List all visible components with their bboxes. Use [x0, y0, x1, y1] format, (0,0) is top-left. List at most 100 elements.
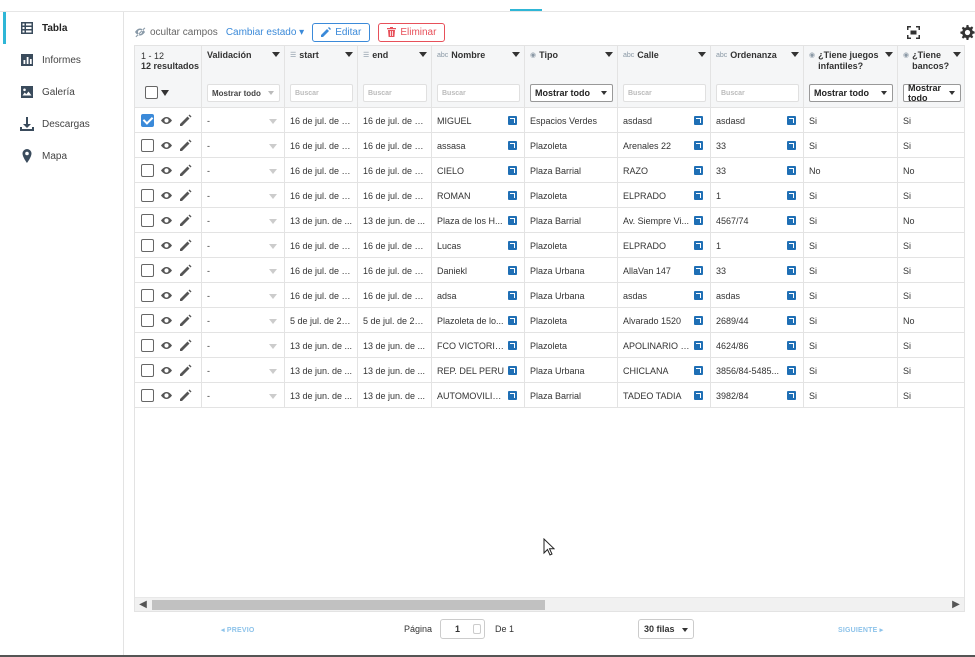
table-cell[interactable]: CHICLANA [618, 358, 711, 383]
table-cell[interactable]: 16 de jul. de 2... [358, 283, 432, 308]
table-cell[interactable]: APOLINARIO F... [618, 333, 711, 358]
table-row[interactable]: - 16 de jul. de 2... 16 de jul. de 2... ads… [135, 283, 964, 308]
open-link-icon[interactable] [508, 141, 517, 150]
scroll-right-icon[interactable]: ▶ [950, 600, 962, 610]
table-cell[interactable]: adsa [432, 283, 525, 308]
pencil-icon[interactable] [179, 189, 192, 202]
table-cell[interactable]: 16 de jul. de 2... [285, 258, 358, 283]
table-cell[interactable]: 16 de jul. de 2... [285, 108, 358, 133]
pencil-icon[interactable] [179, 314, 192, 327]
table-cell[interactable]: Plaza Barrial [525, 158, 618, 183]
table-cell[interactable]: No [804, 158, 898, 183]
table-cell[interactable]: - [202, 133, 285, 158]
table-cell[interactable]: Si [804, 383, 898, 408]
table-cell[interactable]: Plaza Urbana [525, 283, 618, 308]
table-cell[interactable]: CIELO [432, 158, 525, 183]
table-cell[interactable]: RAZO [618, 158, 711, 183]
table-row[interactable]: - 13 de jun. de ... 13 de jun. de ... FCO V… [135, 333, 964, 358]
table-cell[interactable]: ELPRADO [618, 183, 711, 208]
table-row[interactable]: - 16 de jul. de 2... 16 de jul. de 2... ass… [135, 133, 964, 158]
column-header[interactable]: ☰ start Buscar [285, 46, 358, 108]
table-cell[interactable]: 1 [711, 233, 804, 258]
row-checkbox[interactable] [141, 239, 154, 252]
table-cell[interactable]: Si [898, 383, 964, 408]
table-cell[interactable]: Plazoleta [525, 333, 618, 358]
column-menu-icon[interactable] [791, 52, 799, 57]
open-link-icon[interactable] [787, 391, 796, 400]
table-cell[interactable]: Espacios Verdes [525, 108, 618, 133]
table-cell[interactable]: No [898, 208, 964, 233]
table-cell[interactable]: 13 de jun. de ... [358, 358, 432, 383]
sidebar-item-galeria[interactable]: Galería [0, 76, 123, 108]
table-cell[interactable]: 16 de jul. de 2... [285, 233, 358, 258]
open-link-icon[interactable] [694, 241, 703, 250]
table-cell[interactable]: No [898, 158, 964, 183]
table-cell[interactable]: Si [898, 333, 964, 358]
sidebar-item-tabla[interactable]: Tabla [0, 12, 123, 44]
hide-fields-button[interactable]: ocultar campos [134, 26, 218, 38]
column-menu-icon[interactable] [272, 52, 280, 57]
table-cell[interactable]: 4624/86 [711, 333, 804, 358]
chevron-down-icon[interactable] [269, 144, 277, 149]
open-link-icon[interactable] [508, 316, 517, 325]
row-checkbox[interactable] [141, 189, 154, 202]
row-checkbox[interactable] [141, 264, 154, 277]
open-link-icon[interactable] [694, 391, 703, 400]
table-cell[interactable]: Si [898, 358, 964, 383]
chevron-down-icon[interactable] [269, 394, 277, 399]
rows-per-page-select[interactable]: 30 filas [638, 619, 694, 639]
table-cell[interactable]: FCO VICTORIN... [432, 333, 525, 358]
column-header[interactable]: Validación Mostrar todo [202, 46, 285, 108]
table-cell[interactable]: Plazoleta [525, 183, 618, 208]
table-cell[interactable]: 13 de jun. de ... [285, 208, 358, 233]
pencil-icon[interactable] [179, 264, 192, 277]
open-link-icon[interactable] [508, 116, 517, 125]
table-cell[interactable]: 16 de jul. de 2... [358, 158, 432, 183]
open-link-icon[interactable] [694, 366, 703, 375]
open-link-icon[interactable] [508, 341, 517, 350]
table-cell[interactable]: Si [898, 233, 964, 258]
chevron-down-icon[interactable] [269, 194, 277, 199]
column-header[interactable]: ◉ Tipo Mostrar todo [525, 46, 618, 108]
table-cell[interactable]: Si [898, 258, 964, 283]
column-search-input[interactable]: Buscar [437, 84, 520, 102]
column-search-input[interactable]: Buscar [716, 84, 799, 102]
table-row[interactable]: - 16 de jul. de 2... 16 de jul. de 2... CIE… [135, 158, 964, 183]
table-row[interactable]: - 5 de jul. de 20... 5 de jul. de 20... Pla… [135, 308, 964, 333]
table-cell[interactable]: ROMAN [432, 183, 525, 208]
select-all[interactable] [145, 86, 169, 99]
pencil-icon[interactable] [179, 164, 192, 177]
open-link-icon[interactable] [694, 266, 703, 275]
open-link-icon[interactable] [787, 166, 796, 175]
open-link-icon[interactable] [508, 191, 517, 200]
column-menu-icon[interactable] [698, 52, 706, 57]
table-cell[interactable]: Si [804, 258, 898, 283]
table-row[interactable]: - 13 de jun. de ... 13 de jun. de ... REP. … [135, 358, 964, 383]
table-cell[interactable]: Daniekl [432, 258, 525, 283]
table-cell[interactable]: Plaza Barrial [525, 383, 618, 408]
chevron-down-icon[interactable] [269, 294, 277, 299]
eye-icon[interactable] [160, 339, 173, 352]
table-cell[interactable]: - [202, 358, 285, 383]
table-cell[interactable]: 16 de jul. de 2... [285, 283, 358, 308]
table-cell[interactable]: 13 de jun. de ... [285, 383, 358, 408]
table-cell[interactable]: - [202, 283, 285, 308]
column-menu-icon[interactable] [345, 52, 353, 57]
table-cell[interactable]: 1 [711, 183, 804, 208]
table-cell[interactable]: 16 de jul. de 2... [358, 133, 432, 158]
open-link-icon[interactable] [508, 291, 517, 300]
table-cell[interactable]: Si [804, 108, 898, 133]
open-link-icon[interactable] [787, 316, 796, 325]
row-checkbox[interactable] [141, 214, 154, 227]
open-link-icon[interactable] [508, 366, 517, 375]
table-cell[interactable]: REP. DEL PERU [432, 358, 525, 383]
table-cell[interactable]: Si [804, 233, 898, 258]
sidebar-item-informes[interactable]: Informes [0, 44, 123, 76]
eye-icon[interactable] [160, 389, 173, 402]
column-filter-select[interactable]: Mostrar todo [530, 84, 613, 102]
table-cell[interactable]: 13 de jun. de ... [358, 208, 432, 233]
table-cell[interactable]: - [202, 383, 285, 408]
column-header[interactable]: ◉ ¿Tiene juegos infantiles? Mostrar todo [804, 46, 898, 108]
row-checkbox[interactable] [141, 114, 154, 127]
table-cell[interactable]: 13 de jun. de ... [358, 383, 432, 408]
